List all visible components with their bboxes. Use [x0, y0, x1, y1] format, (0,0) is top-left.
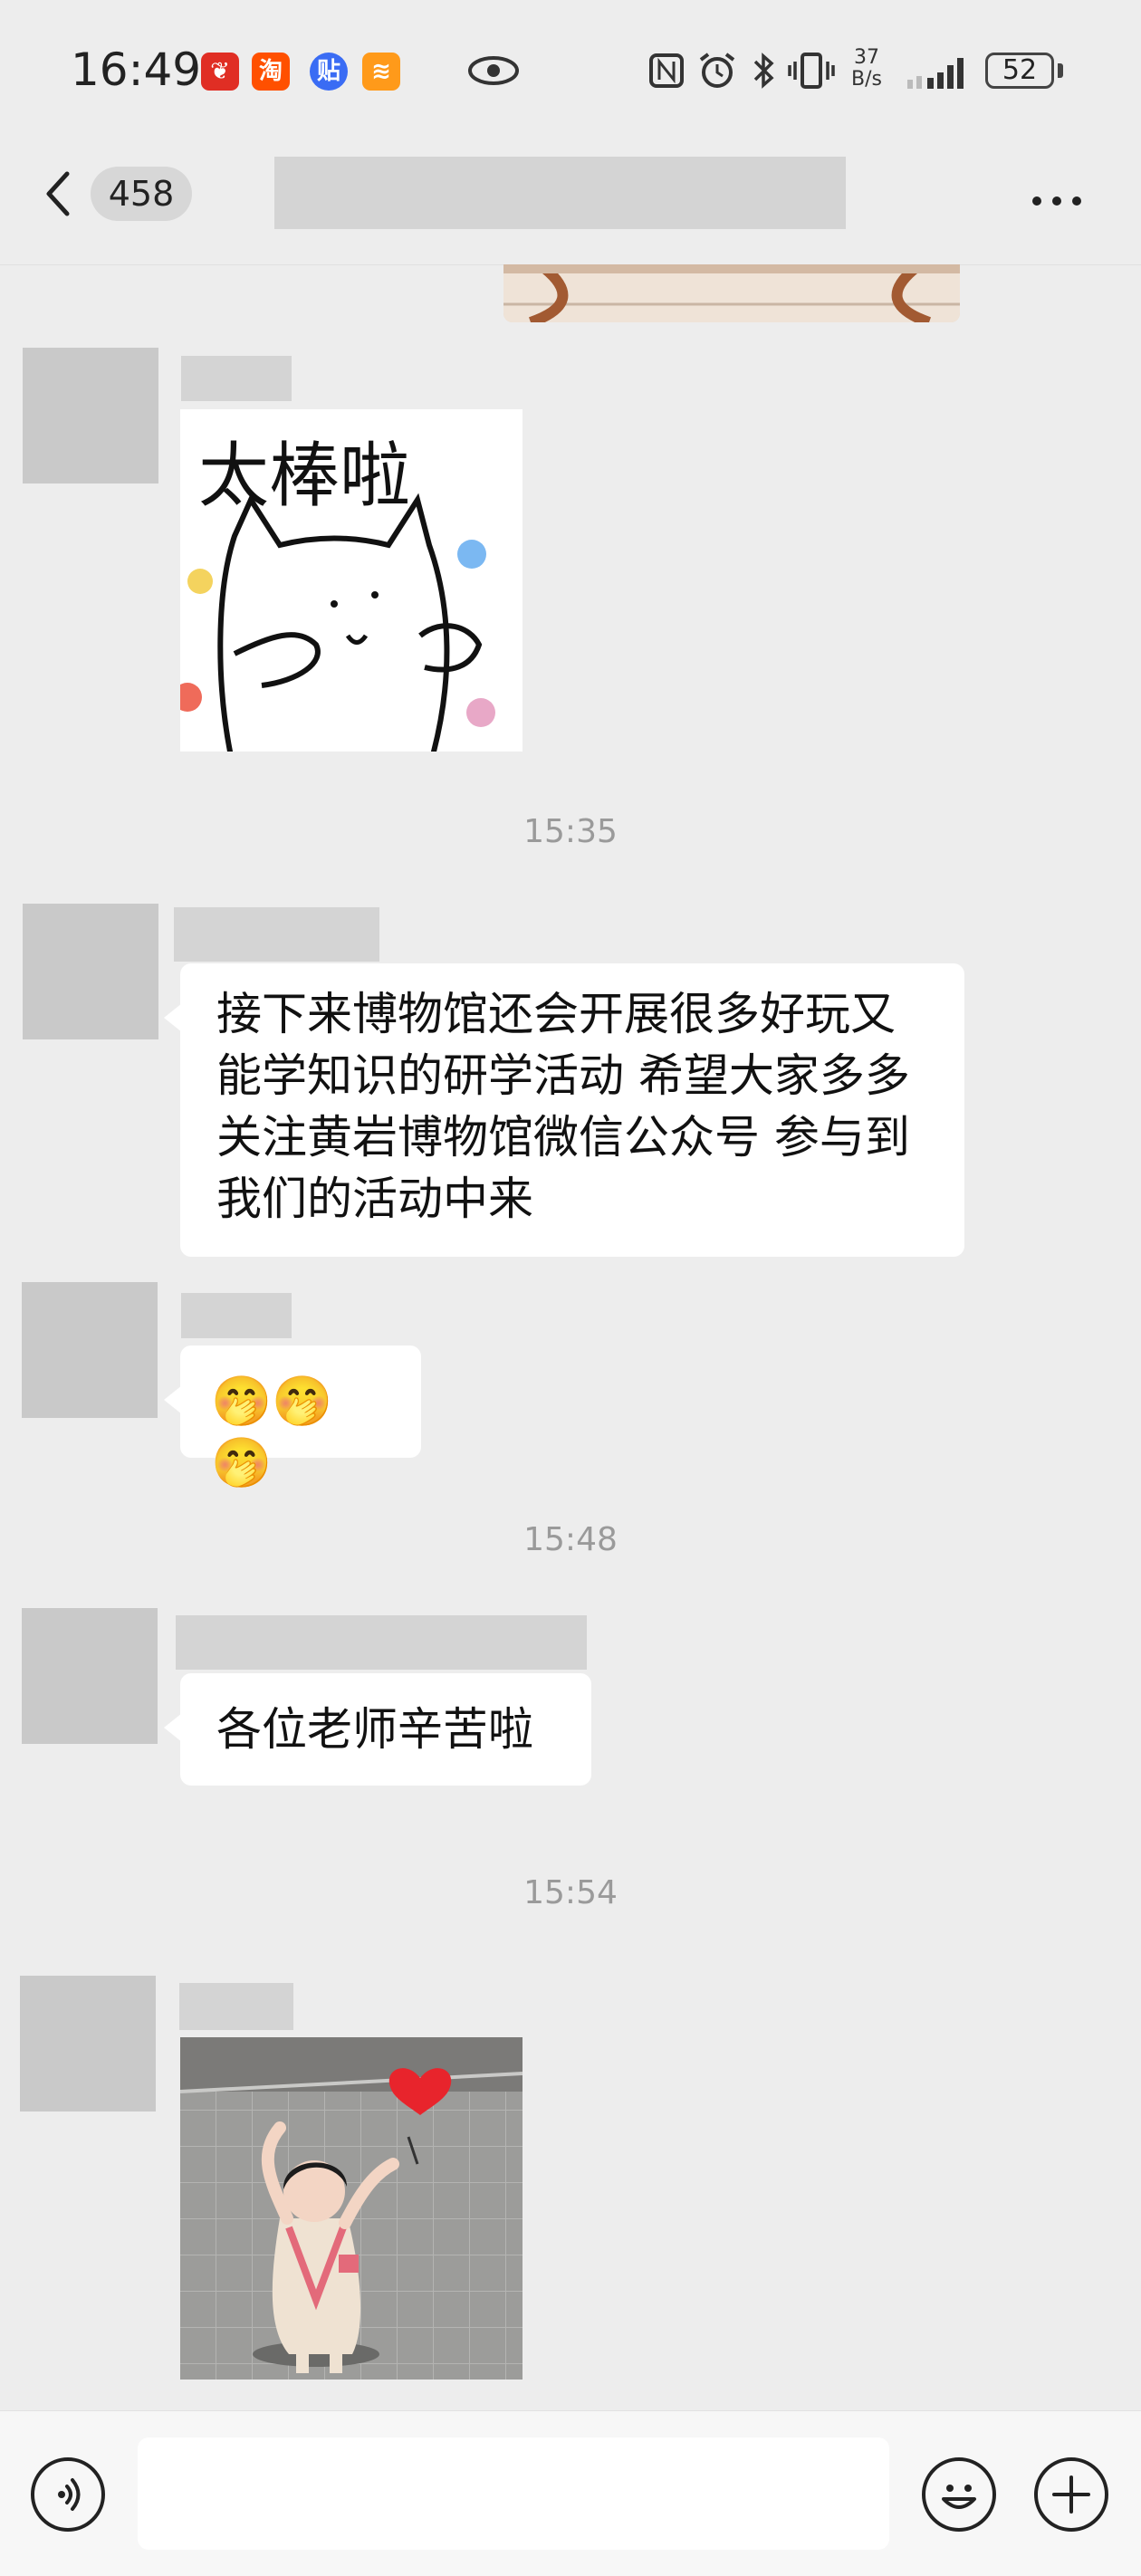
- bluetooth-icon: [753, 53, 774, 89]
- sender-name: [176, 1615, 587, 1670]
- status-time: 16:49: [71, 43, 202, 96]
- image-message[interactable]: [180, 2037, 523, 2380]
- previous-image-message[interactable]: [503, 264, 960, 322]
- chat-title: [274, 157, 846, 229]
- battery-icon: 52: [985, 53, 1054, 89]
- emoji-button[interactable]: [922, 2457, 996, 2532]
- plus-icon: [1052, 2475, 1090, 2514]
- emoji-text: 🤭🤭🤭: [211, 1373, 333, 1491]
- app-icon: ≋: [362, 53, 400, 91]
- emoji-message-bubble[interactable]: 🤭🤭🤭: [164, 1345, 421, 1491]
- avatar[interactable]: [22, 1282, 158, 1418]
- vibrate-icon: [788, 53, 835, 89]
- pinduoduo-icon: ❦: [201, 53, 239, 91]
- timestamp: 15:54: [523, 1874, 618, 1911]
- eye-icon: [468, 56, 519, 85]
- sender-name: [181, 356, 292, 401]
- unread-count-badge[interactable]: 458: [91, 167, 192, 221]
- tieba-icon: 贴: [310, 53, 348, 91]
- text-message-bubble[interactable]: 各位老师辛苦啦: [164, 1673, 591, 1786]
- avatar[interactable]: [23, 348, 158, 484]
- add-button[interactable]: [1034, 2457, 1108, 2532]
- message-text: 各位老师辛苦啦: [216, 1703, 533, 1756]
- nfc-icon: [649, 53, 684, 88]
- timestamp: 15:35: [523, 813, 618, 850]
- message-input[interactable]: [138, 2437, 889, 2550]
- back-icon[interactable]: [40, 167, 76, 221]
- text-message-bubble[interactable]: 接下来博物馆还会开展很多好玩又能学知识的研学活动 希望大家多多关注黄岩博物馆微信…: [164, 963, 964, 1257]
- network-speed: 37 B/s: [851, 46, 882, 91]
- sender-name: [181, 1293, 292, 1338]
- avatar[interactable]: [23, 904, 158, 1039]
- alarm-icon: [699, 53, 735, 88]
- voice-button[interactable]: [31, 2457, 105, 2532]
- message-text: 接下来博物馆还会开展很多好玩又能学知识的研学活动 希望大家多多关注黄岩博物馆微信…: [216, 988, 910, 1225]
- emoji-icon: [942, 2485, 976, 2509]
- sender-name: [179, 1983, 293, 2030]
- avatar[interactable]: [20, 1976, 156, 2112]
- more-options-icon[interactable]: [1032, 192, 1092, 209]
- voice-icon: [58, 2478, 81, 2511]
- avatar[interactable]: [22, 1608, 158, 1744]
- taobao-icon: 淘: [252, 53, 290, 91]
- battery-tip: [1058, 63, 1063, 78]
- sticker-message[interactable]: 太棒啦: [180, 409, 523, 752]
- sender-name: [174, 907, 379, 962]
- sticker-text: 太棒啦: [198, 436, 410, 517]
- timestamp: 15:48: [523, 1521, 618, 1558]
- signal-icon: [907, 58, 964, 89]
